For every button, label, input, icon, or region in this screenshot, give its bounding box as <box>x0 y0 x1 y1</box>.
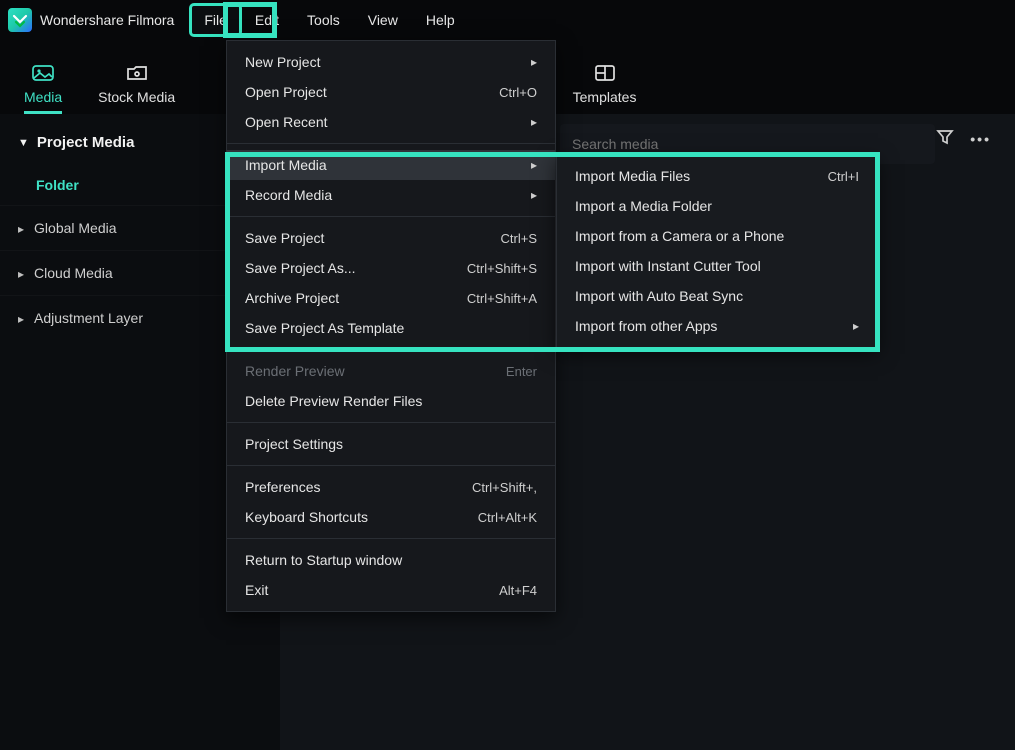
menu-item-return-to-startup-window[interactable]: Return to Startup window <box>227 545 555 575</box>
menu-item-label: Save Project As Template <box>245 320 404 336</box>
menu-file[interactable]: File <box>192 6 239 34</box>
menu-view[interactable]: View <box>356 6 410 34</box>
menu-item-label: Open Recent <box>245 114 328 130</box>
menu-item-new-project[interactable]: New Project ▸ <box>227 47 555 77</box>
menu-shortcut: Ctrl+I <box>828 169 859 184</box>
menu-item-label: Project Settings <box>245 436 343 452</box>
menu-shortcut: Ctrl+Shift+, <box>472 480 537 495</box>
chevron-right-icon: ▸ <box>853 319 859 333</box>
more-icon[interactable]: ••• <box>970 131 991 147</box>
menu-item-label: Exit <box>245 582 268 598</box>
menu-separator <box>227 349 555 350</box>
menu-item-label: Save Project As... <box>245 260 356 276</box>
menu-shortcut: Enter <box>506 364 537 379</box>
submenu-item-import-with-auto-beat-sync[interactable]: Import with Auto Beat Sync <box>557 281 877 311</box>
chevron-right-icon <box>18 310 24 326</box>
menu-item-keyboard-shortcuts[interactable]: Keyboard Shortcuts Ctrl+Alt+K <box>227 502 555 532</box>
menu-item-save-project-as[interactable]: Save Project As... Ctrl+Shift+S <box>227 253 555 283</box>
menu-item-label: Render Preview <box>245 363 345 379</box>
cloud-folder-icon <box>125 63 149 83</box>
sidebar-section-title: Project Media <box>37 134 135 151</box>
menu-item-label: Import with Auto Beat Sync <box>575 288 743 304</box>
tab-stock-media[interactable]: Stock Media <box>98 63 175 114</box>
tab-media[interactable]: Media <box>24 63 62 114</box>
sidebar-folder-label: Folder <box>36 177 79 193</box>
tab-label: Stock Media <box>98 89 175 105</box>
menu-shortcut: Ctrl+Shift+A <box>467 291 537 306</box>
menu-item-label: Import with Instant Cutter Tool <box>575 258 761 274</box>
menu-item-label: Keyboard Shortcuts <box>245 509 368 525</box>
menu-item-exit[interactable]: Exit Alt+F4 <box>227 575 555 605</box>
menu-item-save-project-as-template[interactable]: Save Project As Template <box>227 313 555 343</box>
titlebar: Wondershare Filmora File Edit Tools View… <box>0 0 1015 40</box>
menu-separator <box>227 216 555 217</box>
menu-separator <box>227 422 555 423</box>
menu-separator <box>227 465 555 466</box>
chevron-right-icon: ▸ <box>531 55 537 69</box>
menu-separator <box>227 538 555 539</box>
filter-icon[interactable] <box>936 128 954 149</box>
menu-item-label: Import a Media Folder <box>575 198 712 214</box>
menu-item-delete-preview-render-files[interactable]: Delete Preview Render Files <box>227 386 555 416</box>
app-title: Wondershare Filmora <box>40 12 174 28</box>
tab-label: Media <box>24 89 62 105</box>
submenu-item-import-media-files[interactable]: Import Media Files Ctrl+I <box>557 161 877 191</box>
menu-item-import-media[interactable]: Import Media ▸ <box>227 150 555 180</box>
menu-separator <box>227 143 555 144</box>
menu-shortcut: Ctrl+Shift+S <box>467 261 537 276</box>
menu-item-label: Import Media Files <box>575 168 690 184</box>
menu-item-project-settings[interactable]: Project Settings <box>227 429 555 459</box>
menu-shortcut: Ctrl+S <box>501 231 537 246</box>
menu-shortcut: Ctrl+Alt+K <box>478 510 537 525</box>
search-input[interactable] <box>572 136 923 152</box>
sidebar-item-label: Adjustment Layer <box>34 310 143 326</box>
submenu-item-import-a-media-folder[interactable]: Import a Media Folder <box>557 191 877 221</box>
menu-shortcut: Ctrl+O <box>499 85 537 100</box>
menu-item-label: Save Project <box>245 230 324 246</box>
menu-item-label: Archive Project <box>245 290 339 306</box>
menu-item-record-media[interactable]: Record Media ▸ <box>227 180 555 210</box>
menu-item-label: Record Media <box>245 187 332 203</box>
menu-item-label: Import from a Camera or a Phone <box>575 228 784 244</box>
file-dropdown: New Project ▸ Open Project Ctrl+O Open Recen… <box>226 40 556 612</box>
submenu-item-import-with-instant-cutter-tool[interactable]: Import with Instant Cutter Tool <box>557 251 877 281</box>
templates-icon <box>593 63 617 83</box>
chevron-right-icon <box>18 220 24 236</box>
tab-label: Templates <box>573 89 637 105</box>
chevron-down-icon: ▼ <box>18 137 29 149</box>
submenu-item-import-from-a-camera-or-a-phone[interactable]: Import from a Camera or a Phone <box>557 221 877 251</box>
media-icon <box>31 63 55 83</box>
menu-item-save-project[interactable]: Save Project Ctrl+S <box>227 223 555 253</box>
chevron-right-icon: ▸ <box>531 158 537 172</box>
import-media-submenu: Import Media Files Ctrl+I Import a Media F… <box>556 154 878 348</box>
menubar: File Edit Tools View Help <box>192 6 466 34</box>
search-actions: ••• <box>936 128 991 149</box>
menu-item-label: Delete Preview Render Files <box>245 393 422 409</box>
tab-templates[interactable]: Templates <box>573 63 637 114</box>
sidebar-item-label: Global Media <box>34 220 117 236</box>
menu-item-archive-project[interactable]: Archive Project Ctrl+Shift+A <box>227 283 555 313</box>
menu-item-preferences[interactable]: Preferences Ctrl+Shift+, <box>227 472 555 502</box>
menu-item-label: Open Project <box>245 84 327 100</box>
menu-help[interactable]: Help <box>414 6 467 34</box>
chevron-right-icon <box>18 265 24 281</box>
menu-item-label: New Project <box>245 54 320 70</box>
sidebar-item-label: Cloud Media <box>34 265 113 281</box>
app-logo-icon <box>8 8 32 32</box>
chevron-right-icon: ▸ <box>531 115 537 129</box>
menu-item-label: Preferences <box>245 479 320 495</box>
menu-tools[interactable]: Tools <box>295 6 352 34</box>
menu-item-open-recent[interactable]: Open Recent ▸ <box>227 107 555 137</box>
menu-item-label: Import from other Apps <box>575 318 717 334</box>
chevron-right-icon: ▸ <box>531 188 537 202</box>
menu-item-render-preview: Render Preview Enter <box>227 356 555 386</box>
menu-item-label: Import Media <box>245 157 327 173</box>
menu-item-open-project[interactable]: Open Project Ctrl+O <box>227 77 555 107</box>
submenu-item-import-from-other-apps[interactable]: Import from other Apps ▸ <box>557 311 877 341</box>
menu-item-label: Return to Startup window <box>245 552 402 568</box>
menu-shortcut: Alt+F4 <box>499 583 537 598</box>
menu-edit[interactable]: Edit <box>243 6 291 34</box>
